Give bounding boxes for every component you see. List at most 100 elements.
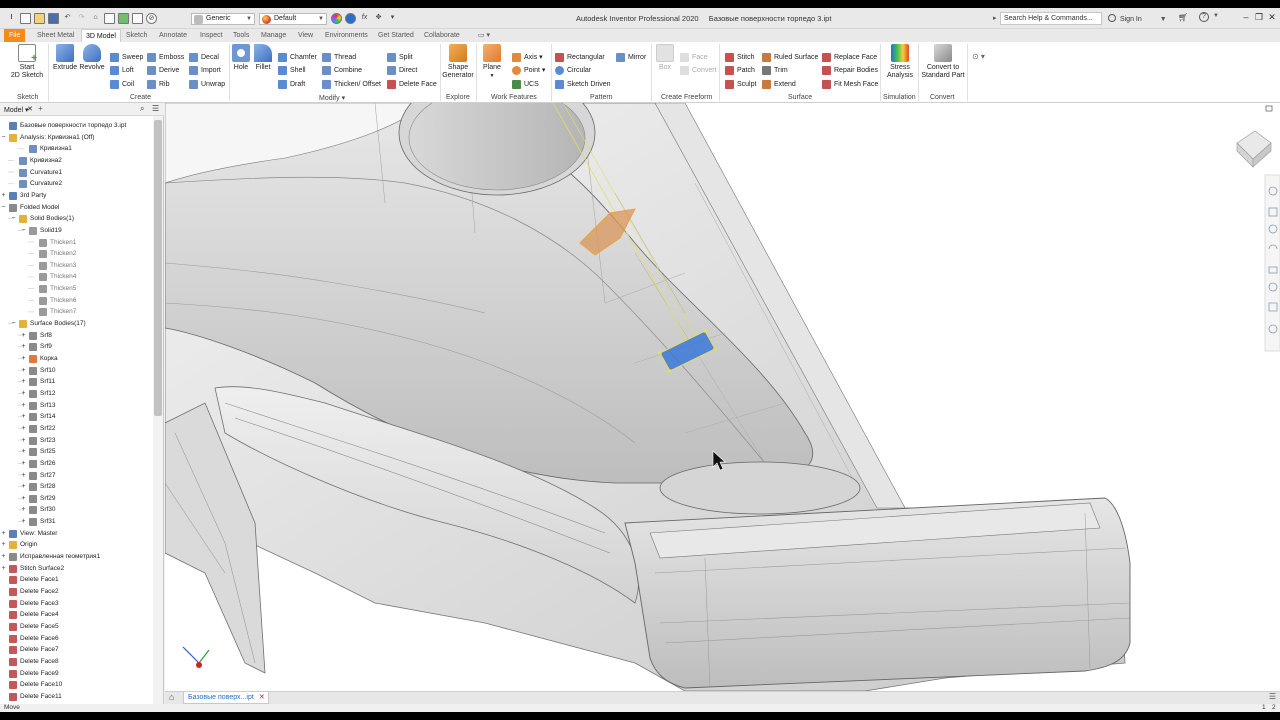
expand-icon[interactable]: + xyxy=(20,400,27,411)
stitch-button[interactable]: Stitch xyxy=(725,52,755,63)
axis-button[interactable]: Axis ▾ xyxy=(512,52,543,63)
tree-item[interactable]: − Folded Model xyxy=(0,202,152,213)
sketch-point[interactable] xyxy=(703,329,707,333)
app-menu-icon[interactable]: I xyxy=(6,13,17,24)
tree-item[interactable]: − Solid Bodies(1) xyxy=(0,213,152,224)
stress-analysis-button[interactable]: Stress Analysis xyxy=(884,44,916,80)
undo-icon[interactable]: ↶ xyxy=(62,13,73,24)
tab-tools[interactable]: Tools xyxy=(233,29,249,42)
collapse-icon[interactable]: − xyxy=(0,132,7,143)
tree-item[interactable]: Delete Face2 xyxy=(0,586,152,597)
emboss-button[interactable]: Emboss xyxy=(147,52,184,63)
revolve-button[interactable]: Revolve xyxy=(79,44,105,72)
tree-item[interactable]: Thicken4 xyxy=(0,271,152,282)
expand-arrow-icon[interactable]: ▸ xyxy=(993,14,997,22)
tree-item[interactable]: Delete Face7 xyxy=(0,644,152,655)
close-icon[interactable]: ✕ xyxy=(27,105,33,113)
search-icon[interactable]: ⌕ xyxy=(140,104,144,114)
replace-face-button[interactable]: Replace Face xyxy=(822,52,877,63)
viewcube-icon[interactable] xyxy=(1236,130,1272,168)
collapse-icon[interactable]: − xyxy=(0,202,7,213)
no-entry-icon[interactable]: ⊘ xyxy=(146,13,157,24)
tab-view[interactable]: View xyxy=(298,29,313,42)
coil-button[interactable]: Coil xyxy=(110,79,134,90)
tab-list-icon[interactable]: ☰ xyxy=(1269,692,1276,701)
tree-item[interactable]: Delete Face8 xyxy=(0,656,152,667)
extend-button[interactable]: Extend xyxy=(762,79,796,90)
expand-icon[interactable]: + xyxy=(20,353,27,364)
start-2d-sketch-button[interactable]: + Start 2D Sketch xyxy=(8,44,46,80)
scroll-thumb[interactable] xyxy=(154,120,162,416)
tree-item[interactable]: + Srf9 xyxy=(0,341,152,352)
tree-item[interactable]: + Origin xyxy=(0,539,152,550)
draft-button[interactable]: Draft xyxy=(278,79,305,90)
sketch-point[interactable] xyxy=(658,351,662,355)
expand-icon[interactable]: + xyxy=(20,365,27,376)
patch-button[interactable]: Patch xyxy=(725,65,755,76)
convert-freeform-button[interactable]: Convert xyxy=(680,65,717,76)
tree-item[interactable]: + Stitch Surface2 xyxy=(0,563,152,574)
close-icon[interactable]: ✕ xyxy=(259,692,265,703)
fit-mesh-face-button[interactable]: Fit Mesh Face xyxy=(822,79,878,90)
trim-button[interactable]: Trim xyxy=(762,65,788,76)
hole-button[interactable]: Hole xyxy=(232,44,250,72)
expand-icon[interactable]: + xyxy=(20,423,27,434)
extrude-button[interactable]: Extrude xyxy=(53,44,77,72)
open-folder-icon[interactable] xyxy=(34,13,45,24)
new-file-icon[interactable] xyxy=(20,13,31,24)
split-button[interactable]: Split xyxy=(387,52,413,63)
derive-button[interactable]: Derive xyxy=(147,65,179,76)
face-button[interactable]: Face xyxy=(680,52,708,63)
tree-item[interactable]: +3rd Party xyxy=(0,190,152,201)
menu-icon[interactable]: ☰ xyxy=(152,104,159,113)
expand-icon[interactable]: + xyxy=(20,504,27,515)
tree-item[interactable]: + Srf11 xyxy=(0,376,152,387)
collapse-icon[interactable]: − xyxy=(10,318,17,329)
tree-item[interactable]: + Srf31 xyxy=(0,516,152,527)
graphics-viewport[interactable] xyxy=(165,103,1280,691)
delete-face-button[interactable]: Delete Face xyxy=(387,79,437,90)
tree-item[interactable]: + Srf27 xyxy=(0,470,152,481)
tree-item[interactable]: + Srf10 xyxy=(0,365,152,376)
chamfer-button[interactable]: Chamfer xyxy=(278,52,317,63)
tree-item[interactable]: + Srf14 xyxy=(0,411,152,422)
function-icon[interactable]: fx xyxy=(359,13,370,24)
home-icon[interactable]: ⌂ xyxy=(169,692,174,702)
expand-icon[interactable]: + xyxy=(20,516,27,527)
expand-icon[interactable]: + xyxy=(20,330,27,341)
thicken-offset-button[interactable]: Thicken/ Offset xyxy=(322,79,381,90)
import-button[interactable]: Import xyxy=(189,65,221,76)
chevron-down-icon[interactable]: ▼ xyxy=(1213,13,1219,19)
tab-inspect[interactable]: Inspect xyxy=(200,29,223,42)
expand-icon[interactable]: + xyxy=(0,539,7,550)
tree-item[interactable]: Delete Face10 xyxy=(0,679,152,690)
tree-item[interactable]: Thicken5 xyxy=(0,283,152,294)
tree-item[interactable]: Кривизна2 xyxy=(0,155,152,166)
ribbon-settings-icon[interactable]: ⊙ ▾ xyxy=(972,52,985,61)
tree-item[interactable]: − Surface Bodies(17) xyxy=(0,318,152,329)
tree-item[interactable]: Delete Face4 xyxy=(0,609,152,620)
mirror-button[interactable]: Mirror xyxy=(616,52,646,63)
tree-item[interactable]: − Analysis: Кривизна1 (Off) xyxy=(0,132,152,143)
tree-item[interactable]: + Srf23 xyxy=(0,435,152,446)
tree-item[interactable]: + Srf25 xyxy=(0,446,152,457)
update-icon[interactable] xyxy=(118,13,129,24)
tree-item[interactable]: + Srf30 xyxy=(0,504,152,515)
document-tab[interactable]: Базовые поверх...ipt ✕ xyxy=(183,692,269,704)
tree-item[interactable]: Thicken2 xyxy=(0,248,152,259)
sweep-button[interactable]: Sweep xyxy=(110,52,143,63)
tree-item[interactable]: Thicken1 xyxy=(0,237,152,248)
minimize-icon[interactable]: – xyxy=(1240,12,1252,22)
tab-manage[interactable]: Manage xyxy=(261,29,286,42)
help-icon[interactable]: ? xyxy=(1199,12,1209,22)
appearance-combo[interactable]: Default ▼ xyxy=(259,13,327,25)
unwrap-button[interactable]: Unwrap xyxy=(189,79,225,90)
browser-scrollbar[interactable] xyxy=(153,116,163,704)
expand-icon[interactable]: + xyxy=(20,435,27,446)
fillet-button[interactable]: Fillet xyxy=(253,44,273,72)
viewport-restore-icon[interactable] xyxy=(1265,105,1273,112)
sketch-driven-pattern-button[interactable]: Sketch Driven xyxy=(555,79,611,90)
sketch-point[interactable] xyxy=(713,347,717,351)
tree-item[interactable]: + Srf22 xyxy=(0,423,152,434)
tree-item[interactable]: Delete Face9 xyxy=(0,668,152,679)
